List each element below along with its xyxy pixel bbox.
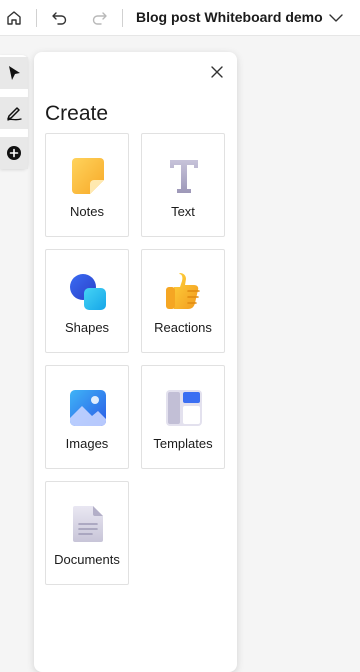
redo-icon[interactable] [87,6,111,30]
text-icon [164,156,204,196]
add-circle-icon[interactable] [0,137,28,169]
top-bar: Blog post Whiteboard demo [0,0,360,36]
create-shapes-button[interactable]: Shapes [45,249,129,353]
thumbs-up-icon [164,272,204,312]
undo-icon[interactable] [48,6,72,30]
tile-label: Reactions [154,320,212,335]
pen-icon[interactable] [0,97,28,129]
chevron-down-icon[interactable] [324,6,348,30]
shapes-icon [68,272,108,312]
tile-label: Notes [70,204,104,219]
tile-label: Templates [153,436,213,451]
tile-label: Text [171,204,195,219]
tile-label: Images [65,436,109,451]
create-images-button[interactable]: Images [45,365,129,469]
create-documents-button[interactable]: Documents [45,481,129,585]
panel-title: Create [45,102,109,125]
toolbar-divider [36,9,37,27]
toolbar-divider [122,9,123,27]
document-title[interactable]: Blog post Whiteboard demo [136,9,323,25]
sticky-note-icon [68,156,108,196]
close-icon[interactable] [209,64,225,80]
select-cursor-icon[interactable] [0,57,28,89]
create-panel: Create Notes Text Shapes Reactions Image… [34,52,237,672]
create-templates-button[interactable]: Templates [141,365,225,469]
image-icon [68,388,108,428]
create-reactions-button[interactable]: Reactions [141,249,225,353]
create-text-button[interactable]: Text [141,133,225,237]
document-icon [68,504,108,544]
create-notes-button[interactable]: Notes [45,133,129,237]
tile-label: Shapes [64,320,110,335]
templates-icon [164,388,204,428]
tile-label: Documents [54,552,120,567]
tool-rail [0,55,28,169]
home-icon[interactable] [2,6,26,30]
